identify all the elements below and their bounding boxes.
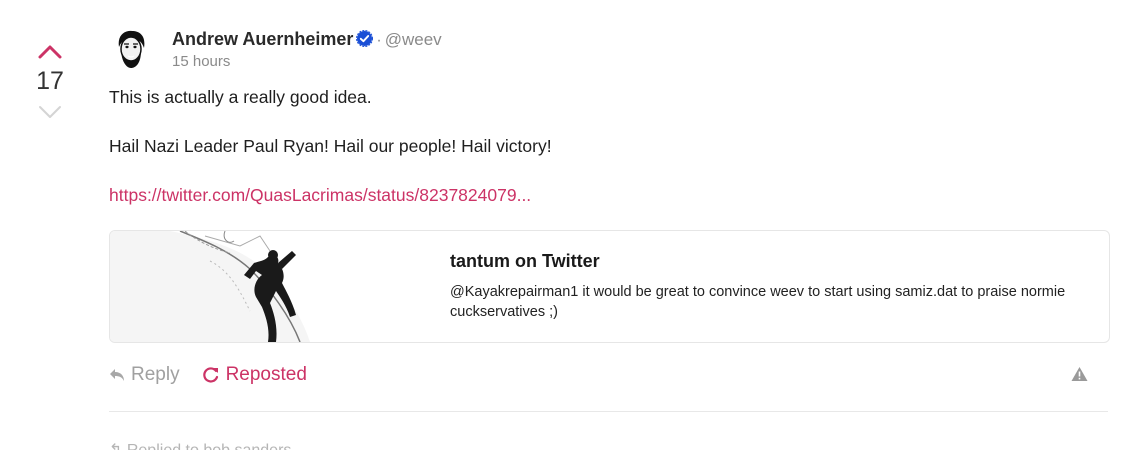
- downvote-chevron-icon[interactable]: [37, 102, 63, 122]
- repost-button[interactable]: Reposted: [202, 364, 307, 386]
- link-preview-card[interactable]: tantum on Twitter @Kayakrepairman1 it wo…: [109, 230, 1110, 343]
- link-preview-description: @Kayakrepairman1 it would be great to co…: [450, 284, 1066, 320]
- author-handle[interactable]: @weev: [385, 30, 442, 49]
- separator-dot: ·: [376, 32, 382, 49]
- post-link[interactable]: https://twitter.com/QuasLacrimas/status/…: [109, 185, 531, 206]
- climber-illustration-icon: [110, 231, 410, 342]
- repost-refresh-icon: [202, 367, 218, 383]
- repost-label: Reposted: [225, 364, 307, 385]
- post-timestamp[interactable]: 15 hours: [172, 53, 230, 70]
- avatar[interactable]: [109, 27, 153, 71]
- warning-flag-icon[interactable]: [1071, 366, 1088, 382]
- post-text-line: This is actually a really good idea.: [109, 87, 372, 107]
- reply-arrow-icon: [110, 369, 124, 381]
- vote-column: 17: [28, 40, 72, 122]
- post-text-line: Hail Nazi Leader Paul Ryan! Hail our peo…: [109, 136, 552, 156]
- author-line: Andrew Auernheimer · @weev: [172, 28, 442, 52]
- reply-label: Reply: [131, 364, 180, 385]
- verified-check-icon: [356, 30, 374, 47]
- divider: [109, 411, 1108, 412]
- reply-button[interactable]: Reply: [109, 364, 180, 386]
- link-preview-image: [110, 231, 410, 342]
- avatar-portrait-icon: [109, 27, 153, 71]
- vote-count: 17: [36, 67, 64, 95]
- upvote-chevron-icon[interactable]: [37, 40, 63, 62]
- next-reply-preview[interactable]: ↰ Replied to bob sanders: [109, 440, 291, 450]
- post-card: 17 Andrew Auernheimer · @weev 15 hours T…: [0, 0, 1128, 450]
- post-actions: Reply Reposted: [109, 362, 329, 388]
- author-name[interactable]: Andrew Auernheimer: [172, 29, 353, 49]
- link-preview-title: tantum on Twitter: [450, 251, 600, 271]
